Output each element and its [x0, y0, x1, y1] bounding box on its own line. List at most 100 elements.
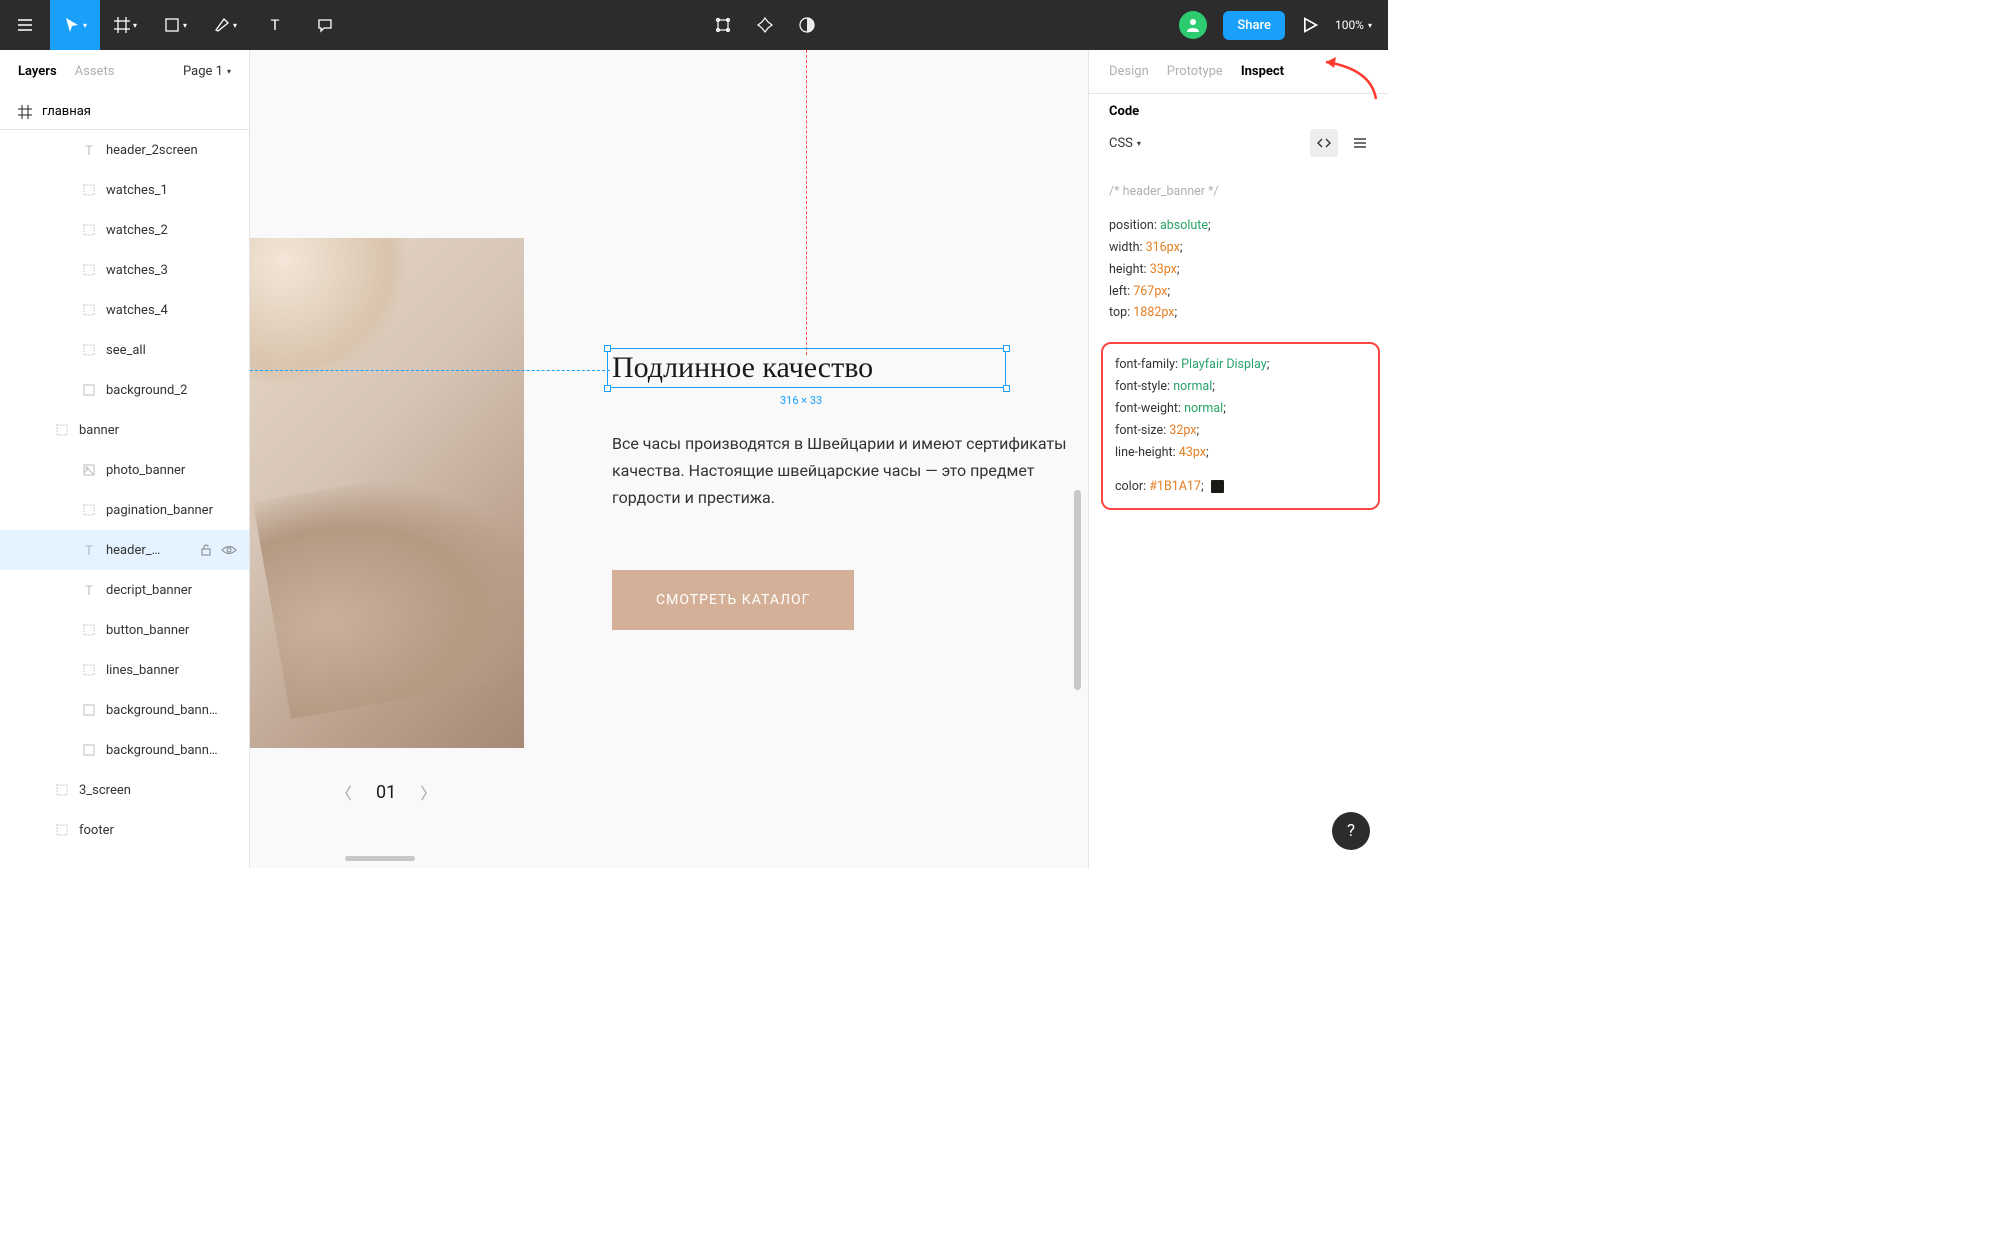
layer-row[interactable]: 3_screen — [0, 770, 249, 810]
layer-row[interactable]: pagination_banner — [0, 490, 249, 530]
shape-tool[interactable]: ▾ — [150, 0, 200, 50]
selection-handle-ne[interactable] — [1003, 345, 1010, 352]
canvas[interactable]: 316 × 33 Подлинное качество Все часы про… — [250, 50, 1088, 868]
layer-label: background_bann… — [106, 743, 237, 758]
layer-type-icon — [82, 343, 96, 357]
layer-row[interactable]: Theader_2screen — [0, 130, 249, 170]
layer-type-icon — [82, 223, 96, 237]
tab-inspect[interactable]: Inspect — [1241, 64, 1284, 79]
layer-type-icon — [82, 463, 96, 477]
present-button[interactable] — [1301, 0, 1319, 50]
text-tool[interactable]: T — [250, 0, 300, 50]
move-tool[interactable]: ▾ — [50, 0, 100, 50]
tab-assets[interactable]: Assets — [75, 64, 115, 79]
pen-tool[interactable]: ▾ — [200, 0, 250, 50]
layer-type-icon: T — [82, 143, 96, 157]
zoom-dropdown[interactable]: 100%▾ — [1335, 18, 1372, 32]
selection-handle-sw[interactable] — [604, 385, 611, 392]
tab-design[interactable]: Design — [1109, 64, 1149, 79]
left-panel-tabs: Layers Assets Page 1 ▾ — [0, 50, 249, 94]
svg-text:T: T — [85, 544, 93, 557]
left-panel: Layers Assets Page 1 ▾ главная Theader_2… — [0, 50, 250, 868]
code-line: height: 33px; — [1109, 259, 1368, 281]
layer-row[interactable]: background_2 — [0, 370, 249, 410]
layer-label: 3_screen — [79, 783, 237, 798]
layer-row[interactable]: background_bann… — [0, 730, 249, 770]
frame-tool[interactable]: ▾ — [100, 0, 150, 50]
code-line: line-height: 43px; — [1115, 442, 1366, 464]
code-line: font-weight: normal; — [1115, 398, 1366, 420]
layer-label: lines_banner — [106, 663, 237, 678]
cta-button[interactable]: СМОТРЕТЬ КАТАЛОГ — [612, 570, 854, 630]
code-line: width: 316px; — [1109, 237, 1368, 259]
layer-label: header_… — [106, 543, 199, 558]
selection-size-label: 316 × 33 — [780, 394, 822, 407]
font-properties-highlight: font-family: Playfair Display;font-style… — [1101, 342, 1380, 509]
layer-type-icon — [82, 623, 96, 637]
layer-row[interactable]: Tdecript_banner — [0, 570, 249, 610]
layer-type-icon — [82, 263, 96, 277]
avatar[interactable] — [1179, 11, 1207, 39]
right-panel-tabs: Design Prototype Inspect — [1089, 50, 1388, 93]
comment-tool[interactable] — [300, 0, 350, 50]
visibility-icon[interactable] — [221, 543, 237, 557]
guide-horizontal — [250, 370, 610, 371]
layers-list: Theader_2screen watches_1 watches_2watches… — [0, 130, 249, 868]
layer-row[interactable]: watches_3 — [0, 250, 249, 290]
frame-icon — [18, 105, 32, 119]
canvas-horizontal-scrollbar[interactable] — [345, 856, 415, 861]
layer-label: photo_banner — [106, 463, 237, 478]
code-comment: /* header_banner */ — [1109, 181, 1368, 203]
pagination-prev[interactable]: 〈 — [336, 780, 352, 804]
page-selector[interactable]: Page 1 ▾ — [183, 64, 231, 79]
code-language-dropdown[interactable]: CSS ▾ — [1109, 136, 1141, 151]
pagination: 〈 01 〉 — [336, 780, 436, 804]
table-view-icon[interactable] — [1346, 129, 1374, 157]
layer-label: watches_2 — [106, 223, 237, 238]
top-toolbar: ▾ ▾ ▾ ▾ T Share 100%▾ — [0, 0, 1388, 50]
layer-row[interactable]: background_bann… — [0, 690, 249, 730]
layer-type-icon — [82, 383, 96, 397]
layer-label: background_2 — [106, 383, 237, 398]
right-panel: Design Prototype Inspect Code CSS ▾ /* h… — [1088, 50, 1388, 868]
share-button[interactable]: Share — [1223, 11, 1285, 40]
banner-image — [250, 238, 524, 748]
mask-tool[interactable] — [756, 0, 774, 50]
layer-label: watches_1 — [106, 183, 237, 198]
code-line: position: absolute; — [1109, 215, 1368, 237]
layer-row[interactable]: watches_4 — [0, 290, 249, 330]
unlock-icon[interactable] — [199, 543, 213, 557]
help-button[interactable]: ? — [1332, 812, 1370, 850]
canvas-vertical-scrollbar[interactable] — [1074, 490, 1081, 690]
layer-row[interactable]: Theader_… — [0, 530, 249, 570]
component-tool[interactable] — [714, 0, 732, 50]
selection-handle-nw[interactable] — [604, 345, 611, 352]
tab-layers[interactable]: Layers — [18, 64, 57, 79]
frame-name: главная — [42, 104, 91, 119]
layer-row[interactable]: watches_1 — [0, 170, 249, 210]
frame-row[interactable]: главная — [0, 94, 249, 130]
layer-label: watches_4 — [106, 303, 237, 318]
layer-row[interactable]: banner — [0, 410, 249, 450]
tab-prototype[interactable]: Prototype — [1167, 64, 1223, 79]
pagination-next[interactable]: 〉 — [420, 780, 436, 804]
banner-heading-text: Подлинное качество — [612, 351, 873, 385]
boolean-tool[interactable] — [798, 0, 816, 50]
layer-row[interactable]: button_banner — [0, 610, 249, 650]
layer-label: watches_3 — [106, 263, 237, 278]
code-line: font-family: Playfair Display; — [1115, 354, 1366, 376]
code-line: font-size: 32px; — [1115, 420, 1366, 442]
layer-row[interactable]: see_all — [0, 330, 249, 370]
code-view-icon[interactable] — [1310, 129, 1338, 157]
layer-row[interactable]: watches_2 — [0, 210, 249, 250]
layer-row[interactable]: lines_banner — [0, 650, 249, 690]
layer-type-icon — [82, 503, 96, 517]
layer-row[interactable]: footer — [0, 810, 249, 850]
svg-text:T: T — [85, 584, 93, 597]
selection-handle-se[interactable] — [1003, 385, 1010, 392]
layer-row[interactable]: photo_banner — [0, 450, 249, 490]
layer-type-icon — [82, 703, 96, 717]
menu-button[interactable] — [0, 0, 50, 50]
code-output[interactable]: /* header_banner */ position: absolute;w… — [1089, 167, 1388, 338]
guide-vertical — [806, 50, 807, 355]
